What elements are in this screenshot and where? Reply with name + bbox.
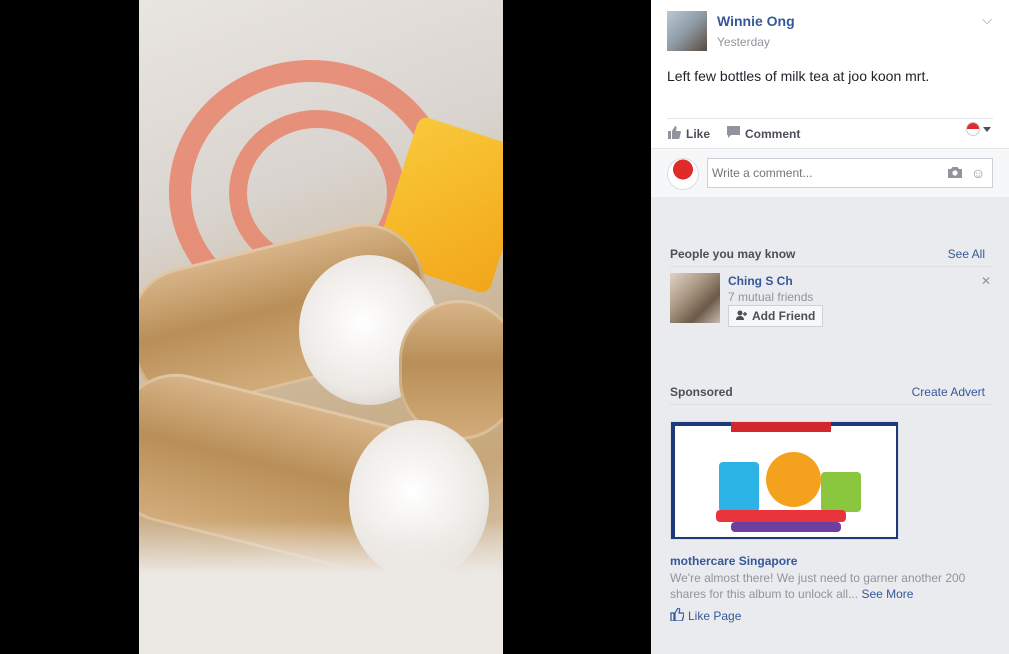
comment-label: Comment — [745, 126, 801, 141]
thumbs-up-icon — [670, 607, 685, 624]
add-friend-button[interactable]: Add Friend — [728, 305, 824, 327]
sponsored-divider — [670, 404, 992, 405]
create-advert-link[interactable]: Create Advert — [912, 385, 985, 399]
author-avatar[interactable] — [667, 11, 707, 51]
see-all-link[interactable]: See All — [948, 247, 985, 261]
chevron-down-icon[interactable]: ⌵ — [982, 12, 992, 28]
post-message: Left few bottles of milk tea at joo koon… — [667, 68, 930, 84]
like-button[interactable]: Like — [667, 126, 710, 142]
ad-description: We're almost there! We just need to garn… — [670, 570, 990, 602]
sponsored-title: Sponsored — [670, 385, 733, 399]
thumbs-up-icon — [667, 126, 681, 142]
toy-slide — [821, 472, 861, 512]
mutual-friends[interactable]: 7 mutual friends — [728, 290, 813, 304]
comment-icon — [727, 126, 740, 141]
author-name[interactable]: Winnie Ong — [717, 13, 795, 29]
emoji-icon[interactable]: ☺ — [971, 165, 985, 181]
post-actions: Like Comment — [667, 118, 993, 149]
audience-selector[interactable] — [966, 122, 991, 136]
add-friend-label: Add Friend — [752, 309, 816, 323]
post-timestamp[interactable]: Yesterday — [717, 35, 770, 49]
comment-composer: ☺ — [651, 148, 1009, 197]
like-page-button[interactable]: Like Page — [670, 607, 742, 624]
milk-tea-bottle-2 — [399, 300, 503, 440]
caret-down-icon — [983, 126, 991, 132]
bag-bottom — [139, 520, 503, 654]
user-avatar — [667, 158, 699, 190]
ad-advertiser[interactable]: mothercare Singapore — [670, 554, 797, 568]
see-more-link[interactable]: See More — [861, 587, 913, 601]
toy-figures — [731, 522, 841, 532]
ad-banner — [731, 422, 831, 432]
people-section-title: People you may know — [670, 247, 796, 261]
toy-carousel — [766, 452, 821, 507]
right-panel: Winnie Ong Yesterday ⌵ Left few bottles … — [651, 0, 1009, 654]
people-divider — [670, 266, 992, 267]
toy-swing — [719, 462, 759, 512]
ad-image[interactable] — [670, 421, 899, 540]
like-page-label: Like Page — [688, 609, 742, 623]
suggestion-name[interactable]: Ching S Ch — [728, 274, 793, 288]
like-label: Like — [686, 127, 711, 141]
post-card: Winnie Ong Yesterday ⌵ Left few bottles … — [651, 0, 1009, 197]
toy-base — [716, 510, 846, 522]
close-icon[interactable]: ✕ — [981, 274, 991, 288]
ad-description-text: We're almost there! We just need to garn… — [670, 571, 966, 601]
comment-button[interactable]: Comment — [727, 126, 800, 141]
singapore-flag-icon — [966, 122, 980, 136]
suggestion-avatar[interactable] — [670, 273, 720, 323]
camera-icon[interactable] — [948, 167, 962, 181]
post-photo[interactable] — [139, 0, 503, 654]
photo-stage — [0, 0, 651, 654]
add-friend-icon — [736, 309, 748, 323]
